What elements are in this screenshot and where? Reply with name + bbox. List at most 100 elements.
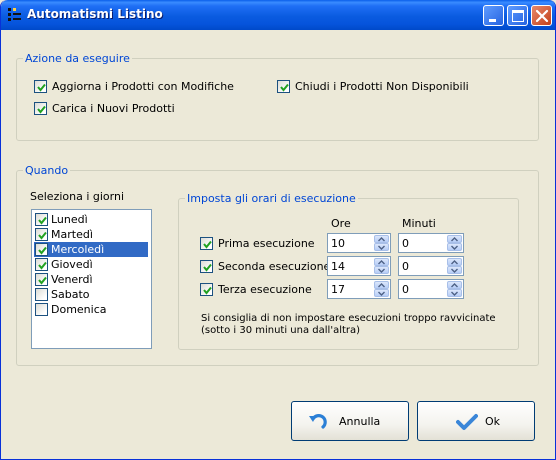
- checkbox-box[interactable]: [200, 260, 213, 273]
- spinner-buttons: [374, 281, 389, 297]
- update-products-checkbox[interactable]: Aggiorna i Prodotti con Modifiche: [34, 80, 244, 94]
- close-icon: [535, 9, 549, 23]
- checkbox-box[interactable]: [35, 228, 48, 241]
- checkbox-box[interactable]: [35, 258, 48, 271]
- title-bar[interactable]: Automatismi Listino: [1, 0, 555, 30]
- spinner-buttons: [374, 258, 389, 274]
- cancel-button-label: Annulla: [339, 415, 381, 428]
- chevron-up-icon: [451, 260, 458, 265]
- ok-button[interactable]: Ok: [417, 401, 535, 441]
- spin-down-button[interactable]: [447, 266, 462, 274]
- spin-down-button[interactable]: [374, 243, 389, 251]
- spinner-buttons: [374, 235, 389, 251]
- update-products-label: Aggiorna i Prodotti con Modifiche: [52, 80, 234, 93]
- chevron-up-icon: [378, 283, 385, 288]
- checkbox-box[interactable]: [35, 243, 48, 256]
- chevron-down-icon: [378, 268, 385, 273]
- checkbox-box[interactable]: [34, 80, 47, 93]
- spin-down-button[interactable]: [374, 266, 389, 274]
- third-run-checkbox[interactable]: Terza esecuzione: [200, 283, 315, 297]
- check-icon: [37, 83, 46, 92]
- chevron-down-icon: [451, 291, 458, 296]
- checkbox-box[interactable]: [200, 283, 213, 296]
- checkmark-icon: [456, 414, 478, 430]
- hours-column-header: Ore: [331, 217, 351, 230]
- close-unavailable-products-label: Chiudi i Prodotti Non Disponibili: [295, 80, 469, 93]
- spin-up-button[interactable]: [447, 235, 462, 243]
- second-run-label: Seconda esecuzione: [218, 260, 331, 273]
- check-icon: [38, 231, 47, 240]
- chevron-down-icon: [451, 268, 458, 273]
- undo-icon: [309, 414, 327, 429]
- window-title: Automatismi Listino: [27, 7, 163, 21]
- checkbox-box[interactable]: [34, 102, 47, 115]
- actions-group: Azione da eseguire Aggiorna i Prodotti c…: [16, 52, 539, 141]
- spin-up-button[interactable]: [374, 258, 389, 266]
- maximize-button[interactable]: [507, 5, 528, 26]
- chevron-down-icon: [378, 245, 385, 250]
- list-item[interactable]: Martedì: [34, 227, 148, 242]
- first-run-minutes-spinner[interactable]: 0: [398, 233, 464, 253]
- spinner-value: 10: [331, 237, 345, 250]
- third-run-label: Terza esecuzione: [218, 283, 312, 296]
- spinner-buttons: [447, 235, 462, 251]
- list-item[interactable]: Lunedì: [34, 212, 148, 227]
- load-new-products-checkbox[interactable]: Carica i Nuovi Prodotti: [34, 102, 194, 116]
- spin-down-button[interactable]: [447, 289, 462, 297]
- check-icon: [38, 246, 47, 255]
- third-run-hours-spinner[interactable]: 17: [327, 279, 391, 299]
- check-icon: [203, 286, 212, 295]
- third-run-minutes-spinner[interactable]: 0: [398, 279, 464, 299]
- minutes-column-header: Minuti: [402, 217, 436, 230]
- day-label: Domenica: [51, 303, 107, 316]
- dialog-body: Azione da eseguire Aggiorna i Prodotti c…: [4, 30, 552, 457]
- spinner-value: 17: [331, 283, 345, 296]
- app-icon: [8, 8, 21, 21]
- checkbox-box[interactable]: [35, 288, 48, 301]
- when-group-legend: Quando: [23, 164, 71, 177]
- second-run-checkbox[interactable]: Seconda esecuzione: [200, 260, 330, 274]
- spinner-buttons: [447, 258, 462, 274]
- check-icon: [37, 105, 46, 114]
- ok-button-label: Ok: [485, 415, 501, 428]
- first-run-checkbox[interactable]: Prima esecuzione: [200, 237, 315, 251]
- day-label: Sabato: [51, 288, 90, 301]
- spin-up-button[interactable]: [447, 281, 462, 289]
- schedule-note-detail: (sotto i 30 minuti una dall'altra): [201, 325, 361, 336]
- checkbox-box[interactable]: [35, 213, 48, 226]
- cancel-button[interactable]: Annulla: [291, 401, 409, 441]
- days-listbox[interactable]: Lunedì Martedì Mercoledì Giovedì Venerdì: [31, 209, 152, 349]
- day-label: Venerdì: [51, 273, 93, 286]
- list-item[interactable]: Domenica: [34, 302, 148, 317]
- list-item-selected[interactable]: Mercoledì: [34, 242, 148, 257]
- day-label: Mercoledì: [51, 243, 105, 256]
- actions-group-legend: Azione da eseguire: [23, 52, 132, 65]
- check-icon: [203, 263, 212, 272]
- maximize-icon: [512, 10, 524, 22]
- first-run-hours-spinner[interactable]: 10: [327, 233, 391, 253]
- spin-down-button[interactable]: [374, 289, 389, 297]
- checkbox-box[interactable]: [200, 237, 213, 250]
- check-icon: [280, 83, 289, 92]
- close-button[interactable]: [531, 5, 552, 26]
- second-run-hours-spinner[interactable]: 14: [327, 256, 391, 276]
- list-item[interactable]: Sabato: [34, 287, 148, 302]
- day-label: Lunedì: [51, 213, 88, 226]
- spin-down-button[interactable]: [447, 243, 462, 251]
- minimize-button[interactable]: [483, 5, 504, 26]
- list-item[interactable]: Venerdì: [34, 272, 148, 287]
- checkbox-box[interactable]: [277, 80, 290, 93]
- schedule-group-legend: Imposta gli orari di esecuzione: [185, 192, 358, 205]
- checkbox-box[interactable]: [35, 303, 48, 316]
- close-unavailable-products-checkbox[interactable]: Chiudi i Prodotti Non Disponibili: [277, 80, 477, 94]
- spin-up-button[interactable]: [447, 258, 462, 266]
- load-new-products-label: Carica i Nuovi Prodotti: [52, 102, 175, 115]
- spinner-value: 14: [331, 260, 345, 273]
- second-run-minutes-spinner[interactable]: 0: [398, 256, 464, 276]
- checkbox-box[interactable]: [35, 273, 48, 286]
- check-icon: [38, 261, 47, 270]
- spin-up-button[interactable]: [374, 235, 389, 243]
- spin-up-button[interactable]: [374, 281, 389, 289]
- check-icon: [203, 240, 212, 249]
- list-item[interactable]: Giovedì: [34, 257, 148, 272]
